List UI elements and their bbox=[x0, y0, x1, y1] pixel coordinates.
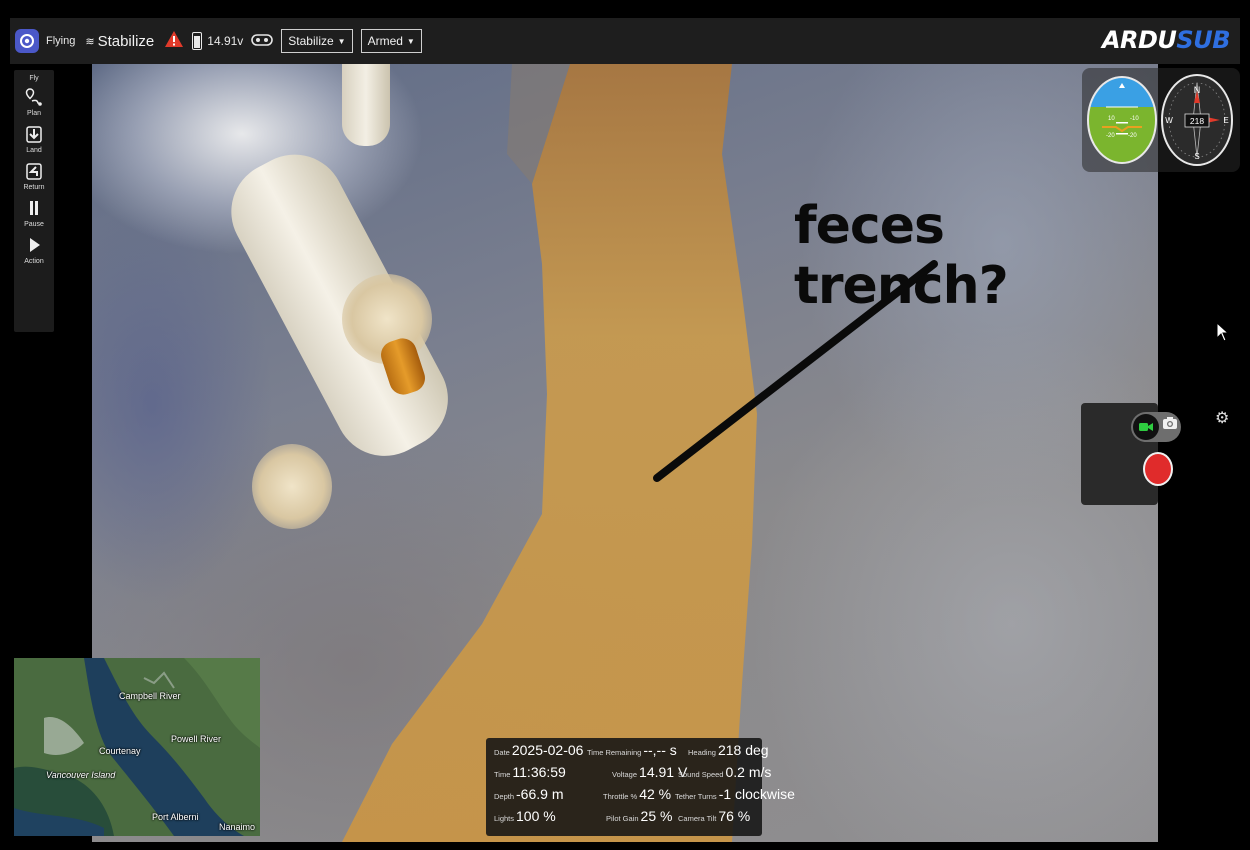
telemetry-time: Time 11:36:59 bbox=[494, 764, 566, 780]
telemetry-heading: Heading 218 deg bbox=[688, 742, 769, 758]
map-label: Nanaimo bbox=[219, 822, 256, 832]
telemetry-lights: Lights 100 % bbox=[494, 808, 556, 824]
map-label: Campbell River bbox=[119, 691, 181, 701]
mode-indicator-label: Stabilize bbox=[97, 32, 155, 50]
video-camera-icon[interactable] bbox=[1133, 414, 1159, 440]
telemetry-row: Date 2025-02-06 Time Remaining --,-- s Hea… bbox=[490, 742, 769, 764]
brand-logo: ARDUSUB bbox=[1101, 26, 1231, 54]
chevron-down-icon: ▼ bbox=[406, 36, 415, 46]
mode-indicator[interactable]: ≋ Stabilize bbox=[85, 33, 154, 50]
telemetry-pilot-gain: Pilot Gain 25 % bbox=[606, 808, 673, 824]
flight-mode-dropdown[interactable]: Stabilize ▼ bbox=[281, 29, 353, 53]
svg-text:10: 10 bbox=[1108, 116, 1115, 122]
annotation-label: feces trench? bbox=[794, 196, 1009, 316]
map-label: Courtenay bbox=[99, 746, 141, 756]
flight-mode-value: Stabilize bbox=[288, 34, 334, 48]
telemetry-row: Depth -66.9 m Throttle % 42 % Tether Turns… bbox=[490, 786, 795, 808]
camera-control-panel bbox=[1081, 403, 1181, 505]
svg-text:S: S bbox=[1194, 152, 1199, 161]
toolbar-item-label: Pause bbox=[24, 221, 44, 228]
plan-icon bbox=[24, 86, 44, 108]
svg-text:-10: -10 bbox=[1130, 116, 1139, 122]
telemetry-date: Date 2025-02-06 bbox=[494, 742, 584, 758]
toolbar-item-return[interactable]: Return bbox=[23, 160, 45, 191]
waves-icon: ≋ bbox=[85, 35, 95, 48]
pipe-small bbox=[342, 64, 390, 146]
telemetry-camera-tilt: Camera Tilt 76 % bbox=[678, 808, 751, 824]
telemetry-sound-speed: Sound Speed 0.2 m/s bbox=[678, 764, 772, 780]
gear-icon[interactable]: ⚙ bbox=[1215, 408, 1229, 428]
arm-state-dropdown[interactable]: Armed ▼ bbox=[360, 29, 422, 53]
toolbar-header: Fly bbox=[29, 75, 39, 82]
map-label: Vancouver Island bbox=[46, 770, 116, 780]
return-icon bbox=[24, 160, 44, 182]
mini-map[interactable]: Campbell River Courtenay Powell River Va… bbox=[14, 658, 260, 836]
top-toolbar: Flying ≋ Stabilize 14.91v Stabilize ▼ Ar… bbox=[10, 18, 1240, 64]
mouse-cursor-icon bbox=[1216, 322, 1230, 342]
toolbar-item-pause[interactable]: Pause bbox=[24, 197, 44, 228]
pause-icon bbox=[24, 197, 44, 219]
gamepad-icon[interactable] bbox=[251, 31, 274, 52]
action-icon bbox=[24, 234, 44, 256]
compass-heading-readout: 218 bbox=[1190, 116, 1204, 126]
telemetry-time-remaining: Time Remaining --,-- s bbox=[587, 742, 677, 758]
toolbar-item-plan[interactable]: Plan bbox=[24, 86, 44, 117]
battery-status[interactable]: 14.91v bbox=[192, 32, 243, 50]
photo-camera-icon[interactable] bbox=[1163, 417, 1177, 429]
telemetry-voltage: Voltage 14.91 V bbox=[612, 764, 688, 780]
telemetry-panel: Date 2025-02-06 Time Remaining --,-- s Hea… bbox=[486, 738, 795, 836]
telemetry-throttle: Throttle % 42 % bbox=[603, 786, 672, 802]
map-label: Powell River bbox=[171, 734, 222, 744]
telemetry-row: Lights 100 % Pilot Gain 25 % Camera Tilt 76… bbox=[490, 808, 758, 830]
land-icon bbox=[24, 123, 44, 145]
anemone bbox=[252, 444, 332, 529]
toolbar-item-label: Plan bbox=[26, 110, 41, 117]
map-label: Port Alberni bbox=[152, 812, 199, 822]
telemetry-tether-turns: Tether Turns -1 clockwise bbox=[675, 786, 795, 802]
toolbar-item-label: Land bbox=[26, 147, 42, 154]
arm-state-value: Armed bbox=[367, 34, 403, 48]
telemetry-depth: Depth -66.9 m bbox=[494, 786, 564, 802]
battery-icon bbox=[192, 32, 203, 50]
telemetry-row: Time 11:36:59 Voltage 14.91 V Sound Speed 0… bbox=[490, 764, 771, 786]
attitude-indicator: 10 -10 -20 -20 bbox=[1087, 76, 1157, 164]
chevron-down-icon: ▼ bbox=[337, 36, 346, 46]
compass: N S E W 218 bbox=[1161, 74, 1233, 166]
record-button[interactable] bbox=[1143, 452, 1173, 486]
svg-text:-20: -20 bbox=[1106, 133, 1115, 139]
toolbar-item-action[interactable]: Action bbox=[24, 234, 44, 265]
app-menu-icon[interactable] bbox=[15, 29, 39, 53]
fly-toolbar: Fly Plan Land Return Pause Action bbox=[14, 70, 54, 332]
toolbar-item-land[interactable]: Land bbox=[24, 123, 44, 154]
svg-text:N: N bbox=[1194, 85, 1201, 95]
toolbar-item-label: Return bbox=[23, 184, 45, 191]
toolbar-item-label: Action bbox=[24, 258, 44, 265]
instrument-panel: 10 -10 -20 -20 N S E W 218 bbox=[1082, 68, 1240, 172]
svg-text:E: E bbox=[1223, 116, 1228, 125]
svg-text:-20: -20 bbox=[1128, 133, 1137, 139]
warning-icon[interactable] bbox=[164, 30, 184, 53]
battery-voltage: 14.91v bbox=[207, 34, 244, 48]
flight-status[interactable]: Flying bbox=[46, 35, 75, 47]
svg-text:W: W bbox=[1165, 116, 1173, 125]
